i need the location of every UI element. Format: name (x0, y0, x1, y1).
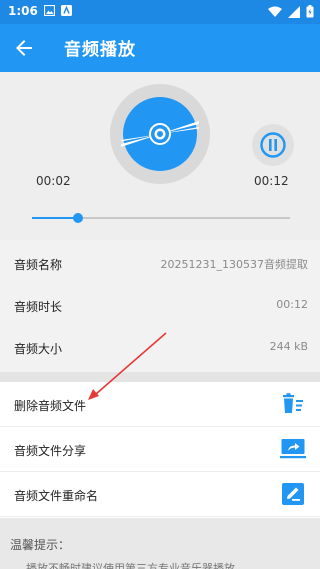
image-notification-icon (44, 5, 55, 16)
trash-list-icon (283, 393, 303, 413)
audio-name-label: 音频名称 (14, 258, 63, 272)
info-row-name: 音频名称 20251231_130537音频提取 (0, 244, 320, 284)
page-title: 音频播放 (64, 40, 136, 60)
share-audio-label: 音频文件分享 (14, 444, 87, 458)
system-icons (268, 5, 314, 18)
total-time: 00:12 (254, 174, 289, 188)
disc-icon (110, 84, 210, 184)
audio-info: 音频名称 20251231_130537音频提取 音频时长 00:12 音频大小… (0, 240, 320, 372)
wifi-icon (268, 6, 282, 17)
seek-thumb[interactable] (73, 213, 84, 223)
rename-audio-label: 音频文件重命名 (14, 489, 99, 503)
tips-text: 播放不畅时建议使用第三方专业音乐器播放 (26, 562, 235, 569)
seek-bar[interactable] (32, 210, 290, 226)
audio-name-value: 20251231_130537音频提取 (160, 258, 308, 271)
current-time: 00:02 (36, 174, 71, 188)
player-section: 00:02 00:12 (0, 72, 320, 240)
app-bar: 音频播放 (0, 24, 320, 72)
tips-section: 温馨提示： 播放不畅时建议使用第三方专业音乐器播放 (0, 518, 320, 569)
signal-icon (288, 5, 300, 18)
section-divider (0, 372, 320, 382)
edit-pen-icon (282, 483, 304, 505)
pause-button[interactable] (252, 124, 294, 166)
battery-icon (306, 5, 314, 18)
delete-audio-button[interactable]: 删除音频文件 (0, 382, 320, 427)
audio-size-value: 244 kB (269, 340, 308, 353)
notification-icons (44, 5, 72, 16)
audio-duration-label: 音频时长 (14, 300, 63, 314)
share-audio-button[interactable]: 音频文件分享 (0, 427, 320, 472)
tips-title: 温馨提示： (10, 538, 71, 552)
audio-size-label: 音频大小 (14, 342, 63, 356)
seek-progress (32, 217, 79, 219)
file-actions: 删除音频文件 音频文件分享 音频文件重命名 (0, 382, 320, 518)
app-notification-icon (61, 5, 72, 16)
back-arrow-icon[interactable] (12, 36, 36, 60)
info-row-size: 音频大小 244 kB (0, 328, 320, 368)
info-row-duration: 音频时长 00:12 (0, 286, 320, 326)
delete-audio-label: 删除音频文件 (14, 399, 87, 413)
status-bar: 1:06 (0, 0, 320, 24)
share-screen-icon (280, 439, 306, 459)
status-time: 1:06 (8, 4, 38, 18)
audio-duration-value: 00:12 (276, 298, 308, 311)
rename-audio-button[interactable]: 音频文件重命名 (0, 472, 320, 517)
